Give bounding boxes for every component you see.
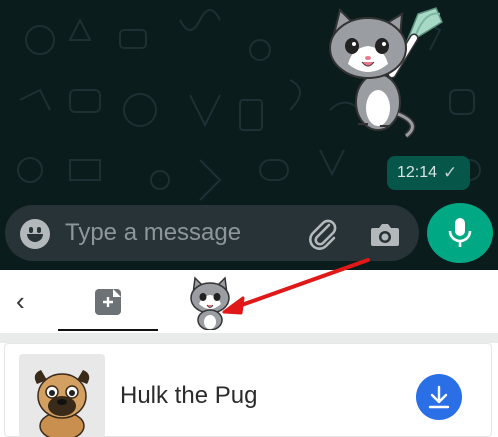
cat-sticker-message[interactable] [318, 4, 448, 140]
sticker-pack-row[interactable]: Hulk the Pug [4, 343, 492, 437]
camera-icon[interactable] [367, 216, 403, 252]
paperclip-icon[interactable] [305, 216, 341, 252]
sticker-panel: ‹ Hulk the Pug [0, 270, 498, 437]
mic-icon [448, 218, 472, 247]
download-button[interactable] [416, 374, 462, 420]
sticker-pack-name: Hulk the Pug [120, 382, 258, 409]
download-icon [428, 385, 450, 409]
back-button[interactable]: ‹ [16, 288, 38, 314]
tab-cat-sticker-pack[interactable] [185, 272, 235, 330]
whatsapp-sticker-screen: 12:14 ✓ Type a message ‹ Hulk the Pug [0, 0, 498, 437]
read-tick-icon: ✓ [443, 163, 458, 182]
chat-area: 12:14 ✓ [0, 0, 498, 270]
message-composer [5, 205, 419, 261]
pug-sticker-thumbnail [19, 354, 105, 437]
add-sticker-icon [95, 289, 121, 315]
sticker-tabs: ‹ [0, 270, 498, 333]
message-time: 12:14 [397, 164, 438, 181]
mic-button[interactable] [427, 203, 493, 263]
message-time-bubble: 12:14 ✓ [387, 156, 470, 190]
active-tab-indicator [58, 329, 158, 331]
message-input[interactable] [65, 217, 285, 249]
emoji-icon[interactable] [20, 219, 50, 249]
panel-divider [0, 333, 498, 343]
tab-create-sticker[interactable] [58, 270, 158, 333]
